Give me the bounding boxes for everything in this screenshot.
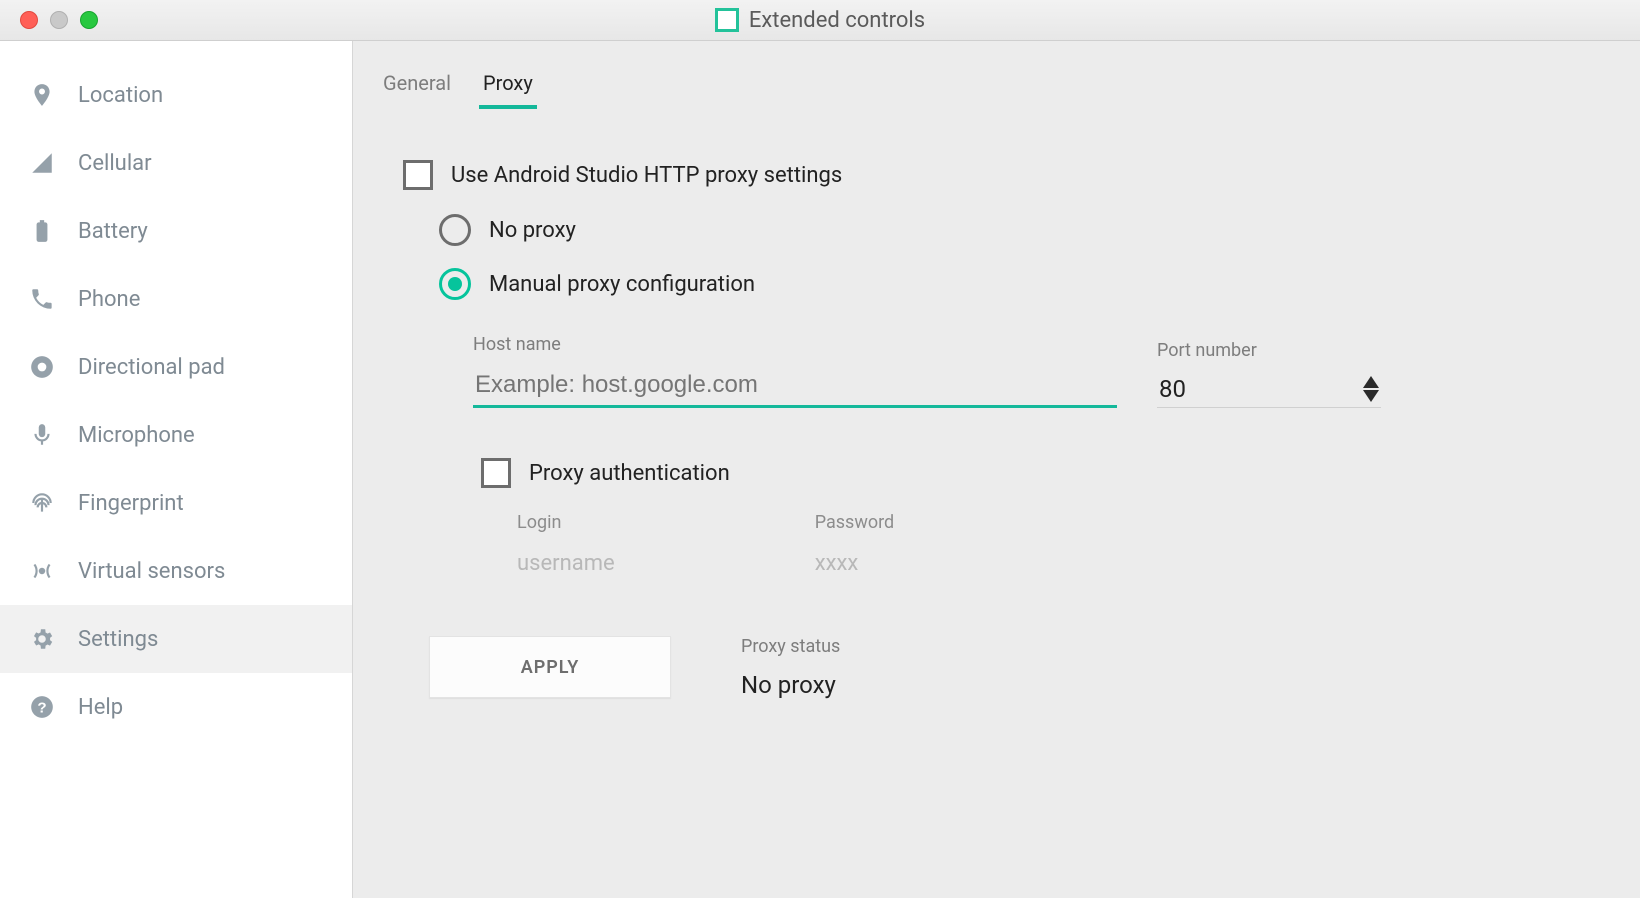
password-label: Password [815,512,895,533]
sidebar-item-label: Fingerprint [78,491,184,516]
login-label: Login [517,512,615,533]
proxy-mode-radios: No proxy Manual proxy configuration [403,190,1590,300]
radio-manual-proxy-row[interactable]: Manual proxy configuration [439,268,1590,300]
use-android-studio-proxy-label: Use Android Studio HTTP proxy settings [451,163,842,188]
host-input[interactable] [473,365,1117,408]
proxy-section: Use Android Studio HTTP proxy settings N… [379,110,1590,699]
port-value: 80 [1159,375,1333,403]
port-stepper[interactable]: 80 [1157,371,1381,408]
sidebar-item-fingerprint[interactable]: Fingerprint [0,469,352,537]
sidebar-item-label: Help [78,695,123,720]
sidebar-item-phone[interactable]: Phone [0,265,352,333]
help-icon: ? [28,693,56,721]
sidebar-item-location[interactable]: Location [0,61,352,129]
proxy-auth-checkbox[interactable] [481,458,511,488]
window-title: Extended controls [0,8,1640,33]
login-field: Login username [517,512,615,576]
window-body: Location Cellular Battery Phone [0,41,1640,898]
sidebar-item-label: Location [78,83,163,108]
port-step-down-icon[interactable] [1363,390,1379,402]
proxy-auth-row[interactable]: Proxy authentication [481,458,1590,488]
proxy-auth-fields: Login username Password xxxx [481,488,1590,576]
svg-text:?: ? [37,699,46,716]
password-placeholder: xxxx [815,551,895,576]
minimize-window-button[interactable] [50,11,68,29]
proxy-auth-block: Proxy authentication Login username Pass… [403,408,1590,576]
radio-no-proxy-row[interactable]: No proxy [439,214,1590,246]
traffic-lights [0,11,98,29]
port-spin [1363,376,1379,402]
fingerprint-icon [28,489,56,517]
battery-icon [28,217,56,245]
use-android-studio-proxy-row[interactable]: Use Android Studio HTTP proxy settings [403,160,1590,190]
password-field: Password xxxx [815,512,895,576]
use-android-studio-proxy-checkbox[interactable] [403,160,433,190]
host-field: Host name [473,334,1117,408]
window: Extended controls Location Cellular [0,0,1640,898]
proxy-status-label: Proxy status [741,636,840,657]
cellular-icon [28,149,56,177]
sidebar-item-cellular[interactable]: Cellular [0,129,352,197]
proxy-footer: APPLY Proxy status No proxy [403,576,1590,699]
radio-no-proxy-label: No proxy [489,218,576,243]
app-icon [715,8,739,32]
mic-icon [28,421,56,449]
window-title-text: Extended controls [749,8,925,33]
sidebar-item-label: Virtual sensors [78,559,225,584]
port-step-up-icon[interactable] [1363,376,1379,388]
sidebar-item-label: Directional pad [78,355,225,380]
sidebar: Location Cellular Battery Phone [0,41,353,898]
sidebar-item-label: Microphone [78,423,195,448]
proxy-auth-label: Proxy authentication [529,461,730,486]
login-placeholder: username [517,551,615,576]
zoom-window-button[interactable] [80,11,98,29]
content-pane: General Proxy Use Android Studio HTTP pr… [353,41,1640,898]
sidebar-item-virtual-sensors[interactable]: Virtual sensors [0,537,352,605]
proxy-host-port-fields: Host name Port number 80 [403,300,1590,408]
dpad-icon [28,353,56,381]
sidebar-item-label: Phone [78,287,140,312]
tab-general[interactable]: General [379,71,455,109]
sidebar-item-help[interactable]: ? Help [0,673,352,741]
gear-icon [28,625,56,653]
port-field: Port number 80 [1157,340,1381,408]
sidebar-item-settings[interactable]: Settings [0,605,352,673]
sidebar-item-directional-pad[interactable]: Directional pad [0,333,352,401]
location-icon [28,81,56,109]
titlebar: Extended controls [0,0,1640,41]
radio-manual-proxy[interactable] [439,268,471,300]
close-window-button[interactable] [20,11,38,29]
host-label: Host name [473,334,1117,355]
sidebar-item-label: Battery [78,219,148,244]
tab-proxy[interactable]: Proxy [479,71,537,109]
sidebar-item-label: Cellular [78,151,152,176]
radio-no-proxy[interactable] [439,214,471,246]
sidebar-item-battery[interactable]: Battery [0,197,352,265]
radio-manual-proxy-label: Manual proxy configuration [489,272,755,297]
phone-icon [28,285,56,313]
port-label: Port number [1157,340,1381,361]
apply-button[interactable]: APPLY [429,636,671,698]
settings-tabs: General Proxy [379,71,1590,110]
proxy-status: Proxy status No proxy [741,636,840,699]
sidebar-item-microphone[interactable]: Microphone [0,401,352,469]
proxy-status-value: No proxy [741,671,840,699]
sensors-icon [28,557,56,585]
sidebar-item-label: Settings [78,627,158,652]
